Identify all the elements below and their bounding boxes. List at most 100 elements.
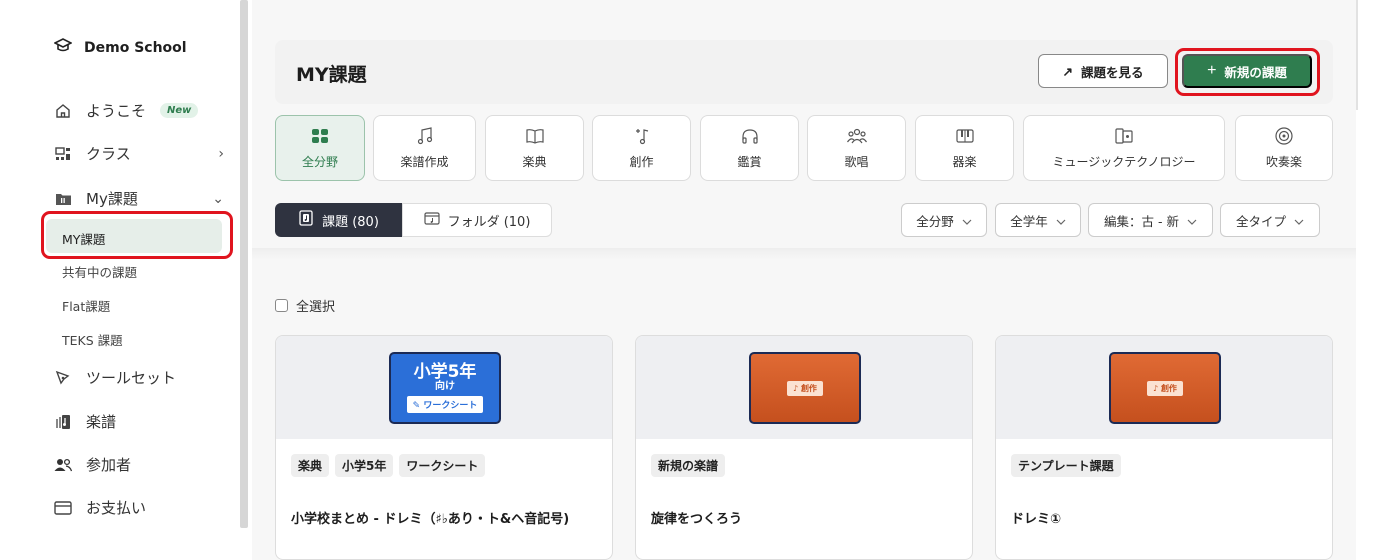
tab-assignments[interactable]: 課題 (80) (275, 203, 402, 237)
singers-icon (846, 127, 867, 145)
home-icon (54, 102, 72, 120)
sidebar: Demo School ようこそ New クラス › My課題 ⌄ MY課題 共… (0, 0, 240, 560)
category-instrumental[interactable]: 器楽 (915, 115, 1014, 181)
speaker-icon (1275, 126, 1293, 145)
select-all-checkbox[interactable] (275, 299, 288, 312)
score-icon (54, 413, 72, 431)
card-title: ドレミ① (1011, 512, 1062, 527)
filter-label: 全タイプ (1235, 213, 1286, 229)
thumbnail-for: 向け (435, 381, 455, 392)
grid-icon (311, 127, 329, 145)
category-brass-band[interactable]: 吹奏楽 (1235, 115, 1333, 181)
sidebar-item-label: お支払い (86, 499, 147, 517)
category-label: 器楽 (952, 154, 977, 169)
select-all[interactable]: 全選択 (275, 296, 335, 315)
filter-label: 編集：古 - 新 (1104, 213, 1179, 229)
filter-sort[interactable]: 編集：古 - 新 (1088, 203, 1213, 237)
sidebar-scrollbar[interactable] (240, 0, 248, 528)
card-tags: テンプレート課題 (1011, 454, 1121, 477)
sidebar-item-welcome[interactable]: ようこそ New (54, 100, 224, 121)
sidebar-item-my-assignments[interactable]: My課題 ⌄ (54, 188, 224, 209)
sidebar-item-label: 楽譜 (86, 413, 117, 431)
filter-label: 全学年 (1010, 213, 1048, 229)
view-assignments-label: 課題を見る (1080, 65, 1144, 80)
thumbnail-grade: 小学5年 (413, 362, 477, 382)
sidebar-item-label: ようこそ (86, 102, 147, 120)
pen-tool-icon (54, 369, 72, 387)
right-divider (1356, 0, 1358, 110)
category-theory[interactable]: 楽典 (485, 115, 584, 181)
category-music-technology[interactable]: ミュージックテクノロジー (1023, 115, 1225, 181)
sidebar-item-billing[interactable]: お支払い (54, 497, 224, 518)
tab-folders-label: フォルダ (10) (447, 214, 531, 230)
sidebar-item-scores[interactable]: 楽譜 (54, 411, 224, 432)
highlight-box-sidebar (41, 211, 233, 259)
card-title: 小学校まとめ - ドレミ（♯♭あり・ト&ヘ音記号) (291, 512, 570, 527)
category-label: 吹奏楽 (1265, 154, 1302, 169)
thumbnail-image: 小学5年 向け ✎ ワークシート (389, 352, 501, 424)
sidebar-item-label: ツールセット (86, 369, 177, 387)
category-singing[interactable]: 歌唱 (807, 115, 906, 181)
category-label: 鑑賞 (737, 154, 762, 169)
compose-icon (634, 127, 650, 145)
card-title: 旋律をつくろう (651, 512, 743, 527)
category-all[interactable]: 全分野 (275, 115, 365, 181)
category-label: ミュージックテクノロジー (1052, 154, 1196, 169)
view-assignments-button[interactable]: ↗ 課題を見る (1038, 54, 1168, 88)
tag-chip: テンプレート課題 (1011, 454, 1121, 477)
chevron-right-icon: › (218, 145, 224, 162)
folder-icon (54, 190, 72, 208)
filter-type[interactable]: 全タイプ (1220, 203, 1320, 237)
sidebar-item-class[interactable]: クラス › (54, 143, 224, 164)
thumbnail-tag: ♪ 創作 (1147, 380, 1183, 396)
assignment-card[interactable]: ♪ 創作 テンプレート課題 ドレミ① (995, 335, 1333, 560)
tag-chip: 新規の楽譜 (651, 454, 726, 477)
chevron-down-icon (1294, 213, 1304, 228)
graduation-cap-icon (53, 38, 73, 58)
chevron-down-icon: ⌄ (212, 190, 224, 207)
page-title: MY課題 (296, 64, 367, 86)
school-brand[interactable]: Demo School (53, 38, 187, 58)
chevron-down-icon (1187, 213, 1197, 228)
category-label: 歌唱 (844, 154, 869, 169)
school-name: Demo School (84, 40, 187, 56)
category-label: 創作 (629, 154, 654, 169)
new-badge: New (160, 103, 199, 118)
filter-grade[interactable]: 全学年 (995, 203, 1081, 237)
sidebar-subitem-teks[interactable]: TEKS 課題 (62, 330, 123, 349)
book-icon (525, 127, 544, 145)
thumbnail-image: ♪ 創作 (749, 352, 861, 424)
sidebar-item-participants[interactable]: 参加者 (54, 454, 224, 475)
sidebar-item-label: My課題 (86, 190, 138, 208)
filter-field[interactable]: 全分野 (901, 203, 987, 237)
highlight-box-new-button (1175, 48, 1320, 96)
tag-chip: 楽典 (291, 454, 330, 477)
tab-folders[interactable]: フォルダ (10) (402, 203, 552, 237)
assignment-card[interactable]: 小学5年 向け ✎ ワークシート 楽典 小学5年 ワークシート 小学校まとめ -… (275, 335, 613, 560)
headphones-icon (741, 127, 759, 145)
category-composition[interactable]: 創作 (592, 115, 691, 181)
sidebar-subitem-shared[interactable]: 共有中の課題 (62, 262, 137, 281)
users-icon (54, 456, 72, 474)
category-label: 楽譜作成 (400, 154, 449, 169)
piano-icon (955, 127, 974, 145)
tag-chip: 小学5年 (335, 454, 394, 477)
section-divider (252, 248, 1356, 260)
filter-label: 全分野 (916, 213, 954, 229)
music-note-icon (417, 126, 433, 145)
select-all-label: 全選択 (296, 300, 336, 315)
class-icon (54, 145, 72, 163)
category-notation[interactable]: 楽譜作成 (373, 115, 476, 181)
folder-music-icon (423, 211, 440, 229)
assignment-card[interactable]: ♪ 創作 新規の楽譜 旋律をつくろう (635, 335, 973, 560)
category-label: 楽典 (522, 154, 547, 169)
tab-assignments-label: 課題 (80) (322, 214, 379, 230)
category-appreciation[interactable]: 鑑賞 (700, 115, 799, 181)
sidebar-subitem-flat[interactable]: Flat課題 (62, 296, 110, 315)
assignment-doc-icon (298, 210, 314, 230)
card-thumbnail: ♪ 創作 (996, 336, 1332, 439)
tag-chip: ワークシート (399, 454, 486, 477)
thumbnail-tag: ♪ 創作 (787, 380, 823, 396)
card-icon (54, 499, 72, 517)
sidebar-item-toolset[interactable]: ツールセット (54, 367, 224, 388)
